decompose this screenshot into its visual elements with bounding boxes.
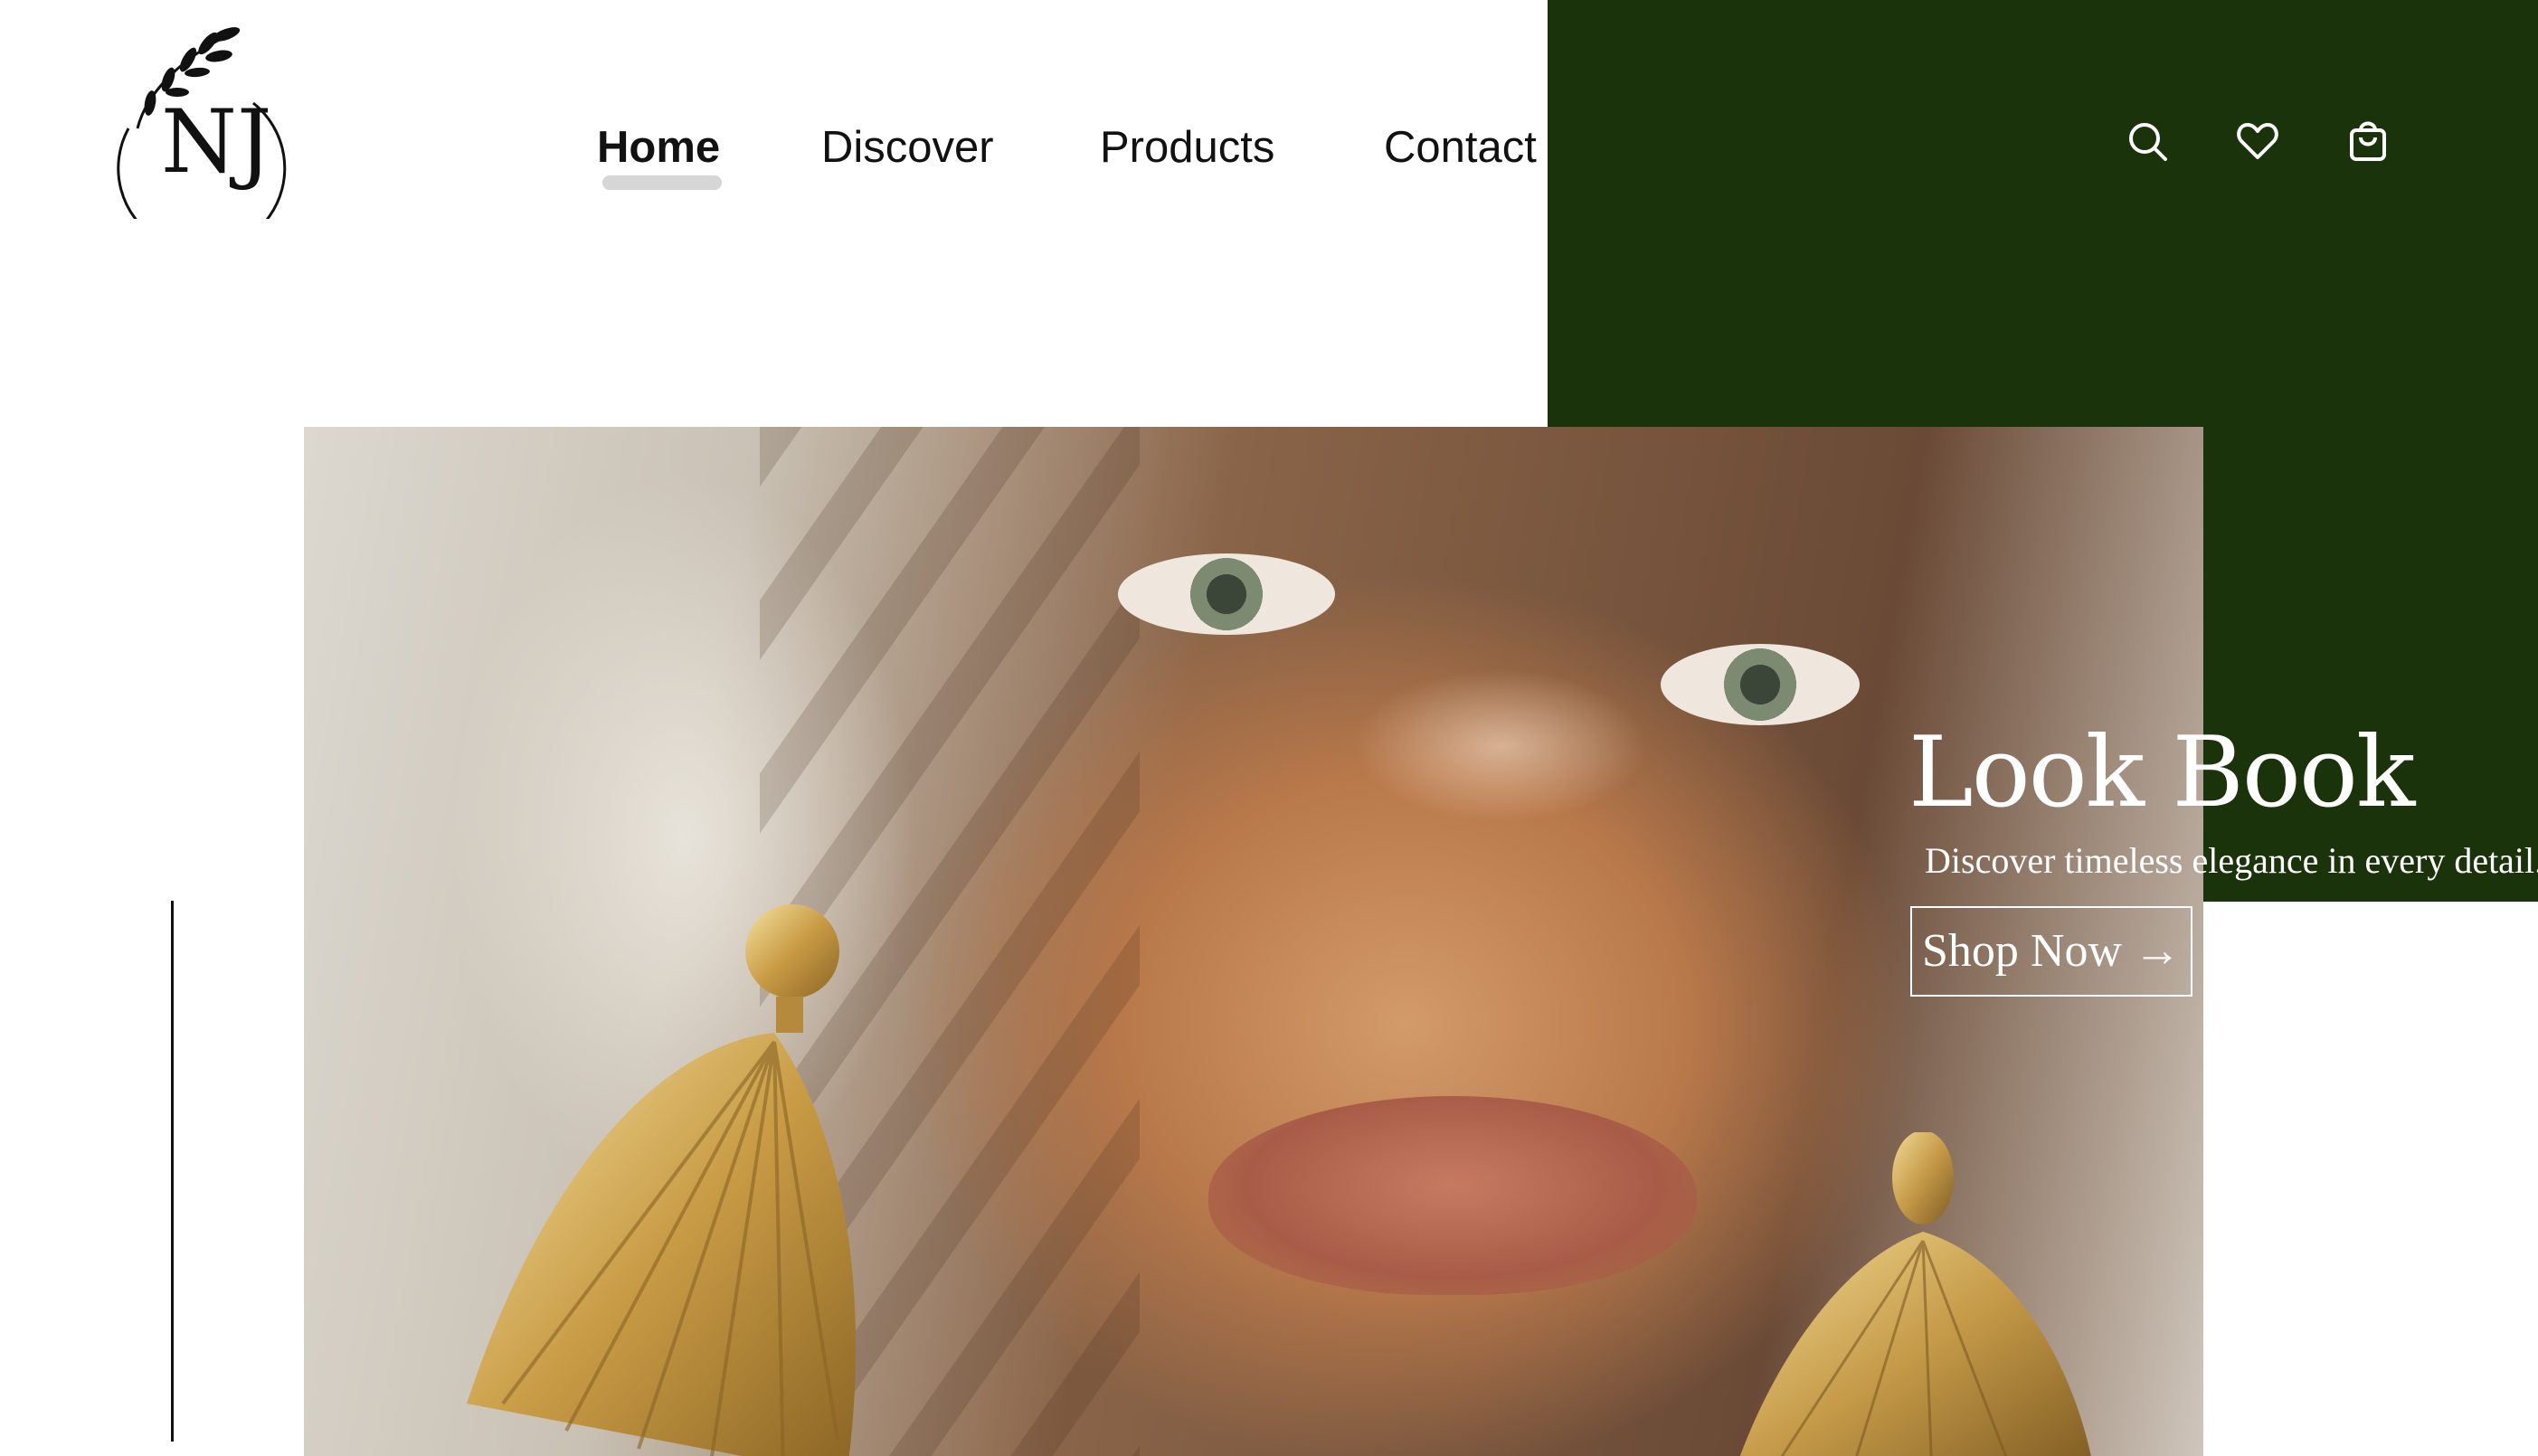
decorative-vertical-line: [171, 901, 174, 1442]
nav-item-home[interactable]: Home: [597, 116, 722, 190]
nav-item-products[interactable]: Products: [1100, 116, 1274, 179]
brand-logo[interactable]: NJ: [101, 20, 300, 253]
model-eye-left: [1118, 553, 1335, 635]
page: NJ Home Discover Products Contact Look B…: [0, 0, 2538, 1456]
model-eye-right: [1661, 644, 1860, 725]
heart-icon[interactable]: [2234, 118, 2281, 165]
shopping-bag-icon[interactable]: [2344, 118, 2391, 165]
shop-now-button[interactable]: Shop Now →: [1910, 906, 2192, 997]
hero-title: Look Book: [1908, 716, 2415, 829]
gold-shell-earring-left: [467, 904, 857, 1456]
nav-item-label: Home: [597, 123, 721, 172]
hero-subtitle: Discover timeless elegance in every deta…: [1925, 840, 2538, 881]
logo-emblem: NJ: [117, 27, 287, 253]
nav-item-discover[interactable]: Discover: [821, 116, 994, 179]
nav-item-label: Discover: [821, 123, 994, 172]
model-lips: [1208, 1096, 1697, 1295]
search-icon[interactable]: [2124, 118, 2171, 165]
nav-item-contact[interactable]: Contact: [1384, 116, 1537, 179]
logo-text: NJ: [161, 91, 271, 193]
nav-item-label: Contact: [1384, 123, 1537, 172]
gold-shell-earring-right: [1739, 1132, 2091, 1456]
active-indicator: [602, 175, 722, 190]
nav-item-label: Products: [1100, 123, 1275, 172]
